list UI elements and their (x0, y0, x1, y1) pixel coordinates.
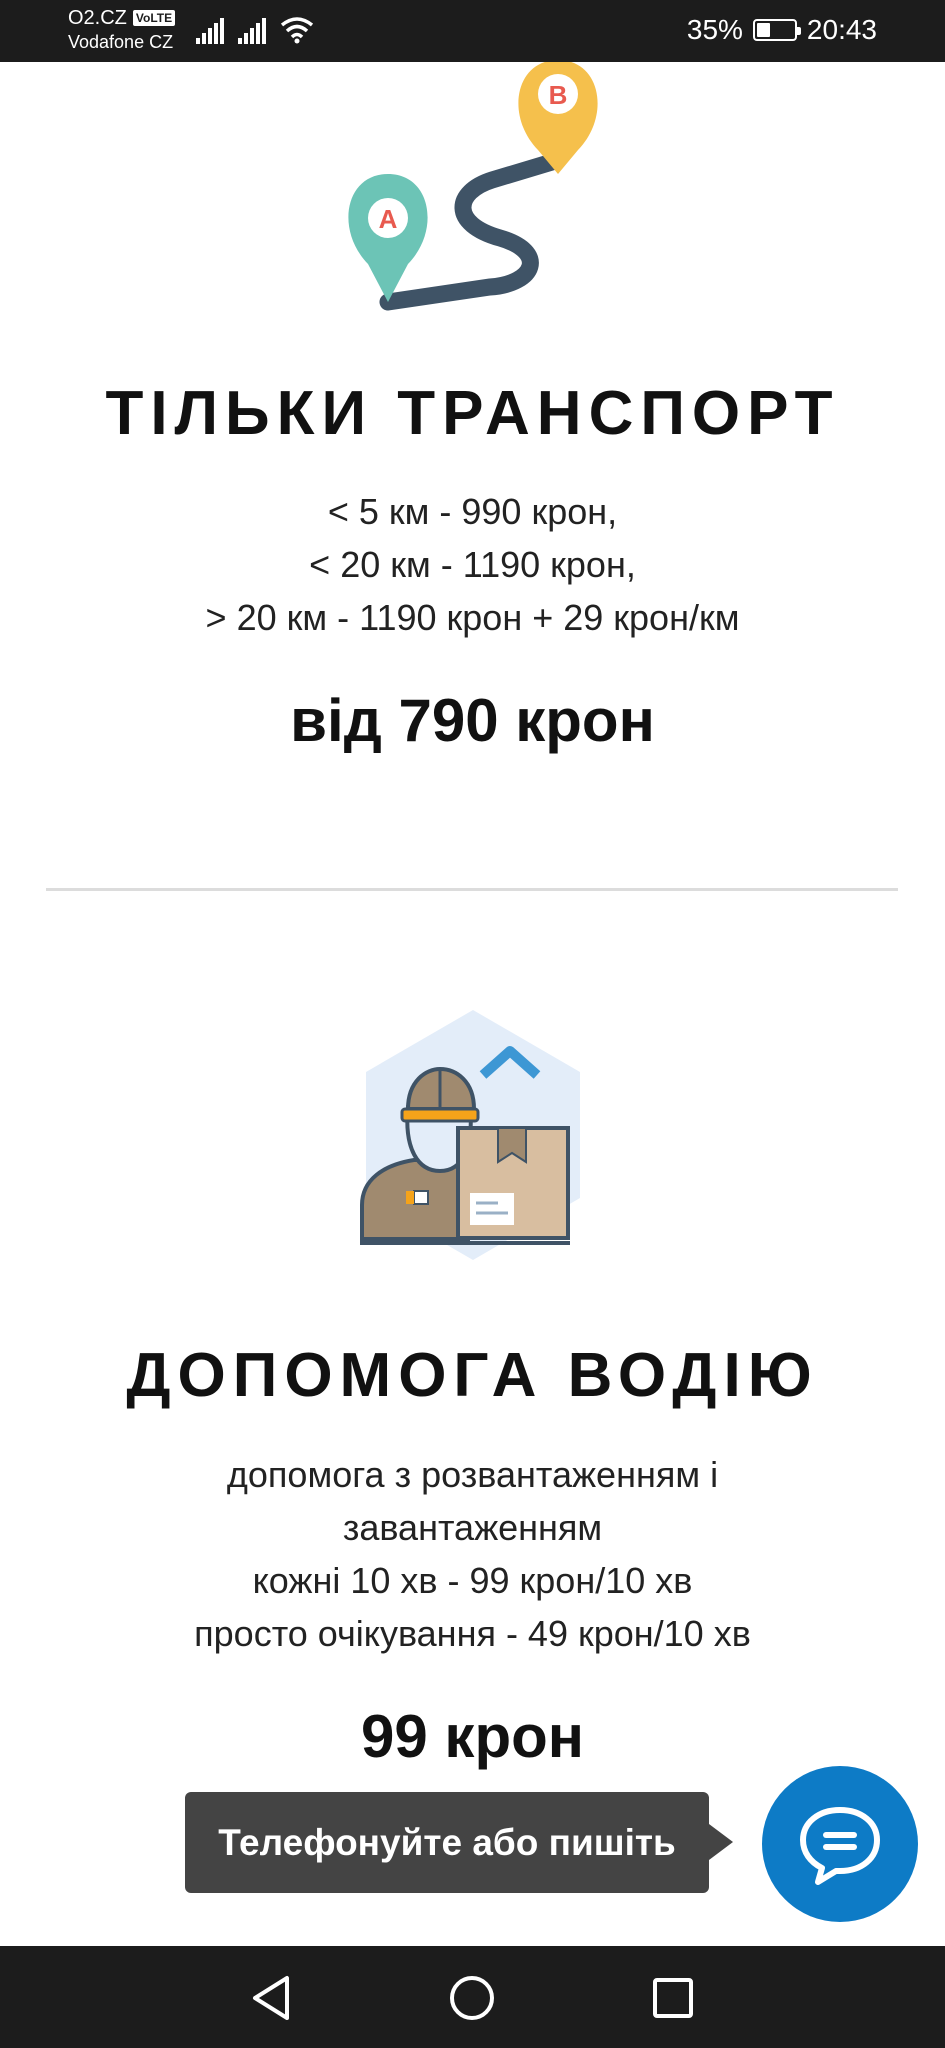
mover-with-box-icon (360, 1010, 580, 1260)
chat-tooltip[interactable]: Телефонуйте або пишіть (185, 1792, 733, 1893)
description-line: > 20 км - 1190 крон + 29 крон/км (205, 597, 740, 638)
back-icon (253, 1976, 289, 2020)
carrier-info: O2.CZ VoLTE Vodafone CZ (68, 6, 176, 54)
carrier-secondary: Vodafone CZ (68, 32, 174, 52)
section-divider (46, 888, 898, 891)
service-driver-help-price: 99 крон (361, 1703, 584, 1770)
description-line: допомога з розвантаженням і (226, 1454, 719, 1495)
battery-level-fill (756, 23, 770, 37)
service-transport: ТІЛЬКИ ТРАНСПОРТ (0, 378, 945, 449)
chat-bubble-icon (800, 1807, 880, 1885)
battery-icon (752, 19, 801, 41)
battery-percent: 35% (686, 14, 743, 45)
signal-icons (196, 16, 314, 44)
service-driver-help-description: допомога з розвантаженням і завантаження… (0, 1448, 945, 1660)
description-line: < 5 км - 990 крон, (327, 491, 618, 532)
volte-badge: VoLTE (132, 10, 176, 26)
description-line: < 20 км - 1190 крон, (309, 544, 636, 585)
signal-icon (238, 18, 266, 44)
carrier-primary: O2.CZ (68, 7, 127, 29)
description-line: кожні 10 хв - 99 крон/10 хв (252, 1560, 693, 1601)
chat-tooltip-label: Телефонуйте або пишіть (218, 1821, 676, 1863)
recent-apps-icon (653, 1978, 693, 2018)
service-title: ТІЛЬКИ ТРАНСПОРТ (105, 379, 840, 448)
signal-icon (196, 18, 224, 44)
home-button[interactable] (444, 1970, 500, 2026)
status-bar: O2.CZ VoLTE Vodafone CZ 35% 20:43 (0, 0, 945, 62)
system-nav-bar (0, 1946, 945, 2048)
wifi-icon (280, 17, 314, 44)
service-transport-description: < 5 км - 990 крон, < 20 км - 1190 крон, … (0, 485, 945, 644)
description-line: завантаженням (342, 1507, 603, 1548)
service-title: ДОПОМОГА ВОДІЮ (126, 1341, 819, 1410)
service-driver-help: ДОПОМОГА ВОДІЮ (0, 1340, 945, 1411)
chat-button[interactable] (762, 1766, 918, 1922)
route-map-icon: A B (348, 62, 598, 311)
pin-b-label: B (549, 80, 568, 110)
clock: 20:43 (806, 14, 877, 45)
pin-a-label: A (379, 204, 398, 234)
back-button[interactable] (243, 1970, 299, 2026)
home-icon (450, 1976, 494, 2020)
status-right: 35% 20:43 (687, 14, 877, 46)
service-transport-price: від 790 крон (290, 687, 655, 754)
description-line: просто очікування - 49 крон/10 хв (194, 1613, 751, 1654)
recent-apps-button[interactable] (645, 1970, 701, 2026)
